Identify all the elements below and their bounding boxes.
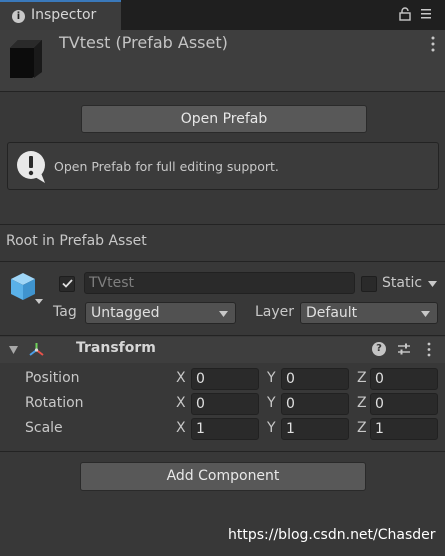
prefab-thumbnail: [10, 40, 42, 78]
divider: [0, 224, 445, 225]
tag-dropdown[interactable]: Untagged: [85, 302, 236, 324]
context-menu-icon[interactable]: [430, 36, 436, 52]
help-text: Open Prefab for full editing support.: [54, 159, 279, 174]
scale-x-field[interactable]: 1: [191, 418, 259, 440]
foldout-arrow-icon[interactable]: [9, 346, 18, 354]
divider: [0, 451, 445, 452]
axis-y-label[interactable]: Y: [267, 370, 276, 386]
transform-header[interactable]: Transform ?: [0, 337, 445, 363]
divider: [0, 335, 445, 336]
axis-x-label[interactable]: X: [176, 370, 186, 386]
static-label: Static: [382, 275, 423, 291]
gameobject-name-field[interactable]: TVtest: [84, 272, 355, 294]
tab-inspector[interactable]: i Inspector: [0, 0, 121, 30]
warning-icon: [17, 151, 45, 183]
layer-dropdown[interactable]: Default: [300, 302, 438, 324]
tab-label: Inspector: [31, 7, 97, 23]
layer-label: Layer: [255, 304, 295, 320]
section-label: Root in Prefab Asset: [6, 233, 147, 249]
divider: [0, 261, 445, 262]
position-label: Position: [25, 370, 80, 386]
tab-bar: i Inspector: [0, 0, 445, 30]
active-checkbox[interactable]: [59, 276, 75, 292]
chevron-down-icon: [219, 311, 228, 317]
axis-y-label[interactable]: Y: [267, 395, 276, 411]
scale-z-field[interactable]: 1: [370, 418, 438, 440]
open-prefab-button[interactable]: Open Prefab: [81, 105, 367, 133]
watermark: https://blog.csdn.net/Chasder: [228, 527, 436, 543]
asset-title: TVtest (Prefab Asset): [59, 33, 228, 52]
help-box: Open Prefab for full editing support.: [7, 142, 439, 190]
checkmark-icon: [62, 279, 73, 288]
chevron-down-icon[interactable]: [35, 299, 43, 304]
position-y-field[interactable]: 0: [281, 368, 349, 390]
axis-x-label[interactable]: X: [176, 395, 186, 411]
scale-label: Scale: [25, 420, 63, 436]
kebab-menu-icon[interactable]: [420, 6, 432, 22]
axis-z-label[interactable]: Z: [357, 395, 367, 411]
presets-icon[interactable]: [397, 342, 411, 356]
tag-value: Untagged: [91, 305, 160, 321]
component-title: Transform: [76, 340, 156, 356]
asset-header: TVtest (Prefab Asset): [0, 30, 445, 92]
position-x-field[interactable]: 0: [191, 368, 259, 390]
context-menu-icon[interactable]: [426, 342, 432, 357]
rotation-x-field[interactable]: 0: [191, 393, 259, 415]
position-z-field[interactable]: 0: [370, 368, 438, 390]
gameobject-cube-icon[interactable]: [8, 270, 38, 304]
tag-label: Tag: [53, 304, 77, 320]
lock-icon[interactable]: [399, 7, 411, 21]
rotation-z-field[interactable]: 0: [370, 393, 438, 415]
rotation-y-field[interactable]: 0: [281, 393, 349, 415]
help-icon[interactable]: ?: [372, 342, 386, 356]
layer-value: Default: [306, 305, 358, 321]
axis-y-label[interactable]: Y: [267, 420, 276, 436]
static-checkbox[interactable]: [361, 276, 377, 292]
axis-x-label[interactable]: X: [176, 420, 186, 436]
info-icon: i: [12, 10, 25, 23]
add-component-button[interactable]: Add Component: [80, 462, 366, 491]
rotation-label: Rotation: [25, 395, 84, 411]
static-dropdown-icon[interactable]: [428, 281, 437, 287]
chevron-down-icon: [421, 311, 430, 317]
axis-z-label[interactable]: Z: [357, 420, 367, 436]
scale-y-field[interactable]: 1: [281, 418, 349, 440]
axis-z-label[interactable]: Z: [357, 370, 367, 386]
transform-icon: [29, 343, 44, 356]
